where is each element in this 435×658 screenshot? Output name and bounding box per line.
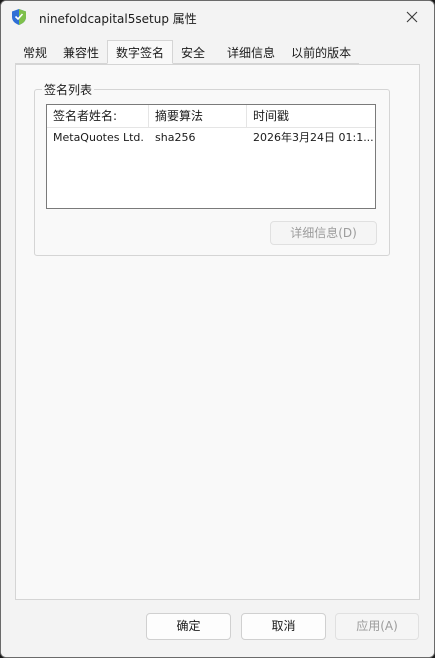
column-header-signer[interactable]: 签名者姓名: [47, 105, 149, 127]
timestamp-cell: 2026年3月24日 01:1... [253, 131, 374, 144]
close-button[interactable] [390, 1, 434, 33]
title-bar[interactable]: ninefoldcapital5setup 属性 [1, 1, 434, 35]
tab-compatibility[interactable]: 兼容性 [55, 42, 108, 64]
apply-button[interactable]: 应用(A) [335, 613, 419, 640]
tab-previous-versions[interactable]: 以前的版本 [283, 42, 360, 64]
tab-digital-signatures[interactable]: 数字签名 [107, 40, 174, 64]
tab-security[interactable]: 安全 [173, 42, 220, 64]
digest-algorithm-cell: sha256 [155, 131, 196, 144]
signature-list-group: 签名列表 签名者姓名: 摘要算法 时间戳 MetaQuotes Ltd. sha… [34, 81, 390, 256]
details-button[interactable]: 详细信息(D) [270, 221, 377, 245]
signature-list-label: 签名列表 [42, 81, 95, 98]
cancel-button[interactable]: 取消 [241, 613, 326, 640]
column-header-timestamp[interactable]: 时间戳 [247, 105, 375, 127]
tab-strip: 常规 兼容性 数字签名 安全 详细信息 以前的版本 [15, 40, 360, 65]
signature-list[interactable]: 签名者姓名: 摘要算法 时间戳 MetaQuotes Ltd. sha256 2… [46, 104, 376, 209]
tab-panel-digital-signatures: 签名列表 签名者姓名: 摘要算法 时间戳 MetaQuotes Ltd. sha… [15, 64, 420, 600]
signature-list-header: 签名者姓名: 摘要算法 时间戳 [47, 105, 375, 128]
window-title: ninefoldcapital5setup 属性 [39, 12, 197, 26]
tab-details[interactable]: 详细信息 [219, 42, 284, 64]
column-header-digest[interactable]: 摘要算法 [149, 105, 247, 127]
ok-button[interactable]: 确定 [146, 613, 231, 640]
properties-window: ninefoldcapital5setup 属性 常规 兼容性 数字签名 安全 … [0, 0, 435, 658]
list-item[interactable]: MetaQuotes Ltd. sha256 2026年3月24日 01:1..… [47, 128, 375, 148]
close-icon [406, 11, 418, 23]
signer-name-cell: MetaQuotes Ltd. [53, 131, 144, 144]
installer-shield-icon [12, 9, 26, 25]
tab-general[interactable]: 常规 [15, 42, 56, 64]
dialog-footer: 确定 取消 应用(A) [1, 601, 434, 657]
